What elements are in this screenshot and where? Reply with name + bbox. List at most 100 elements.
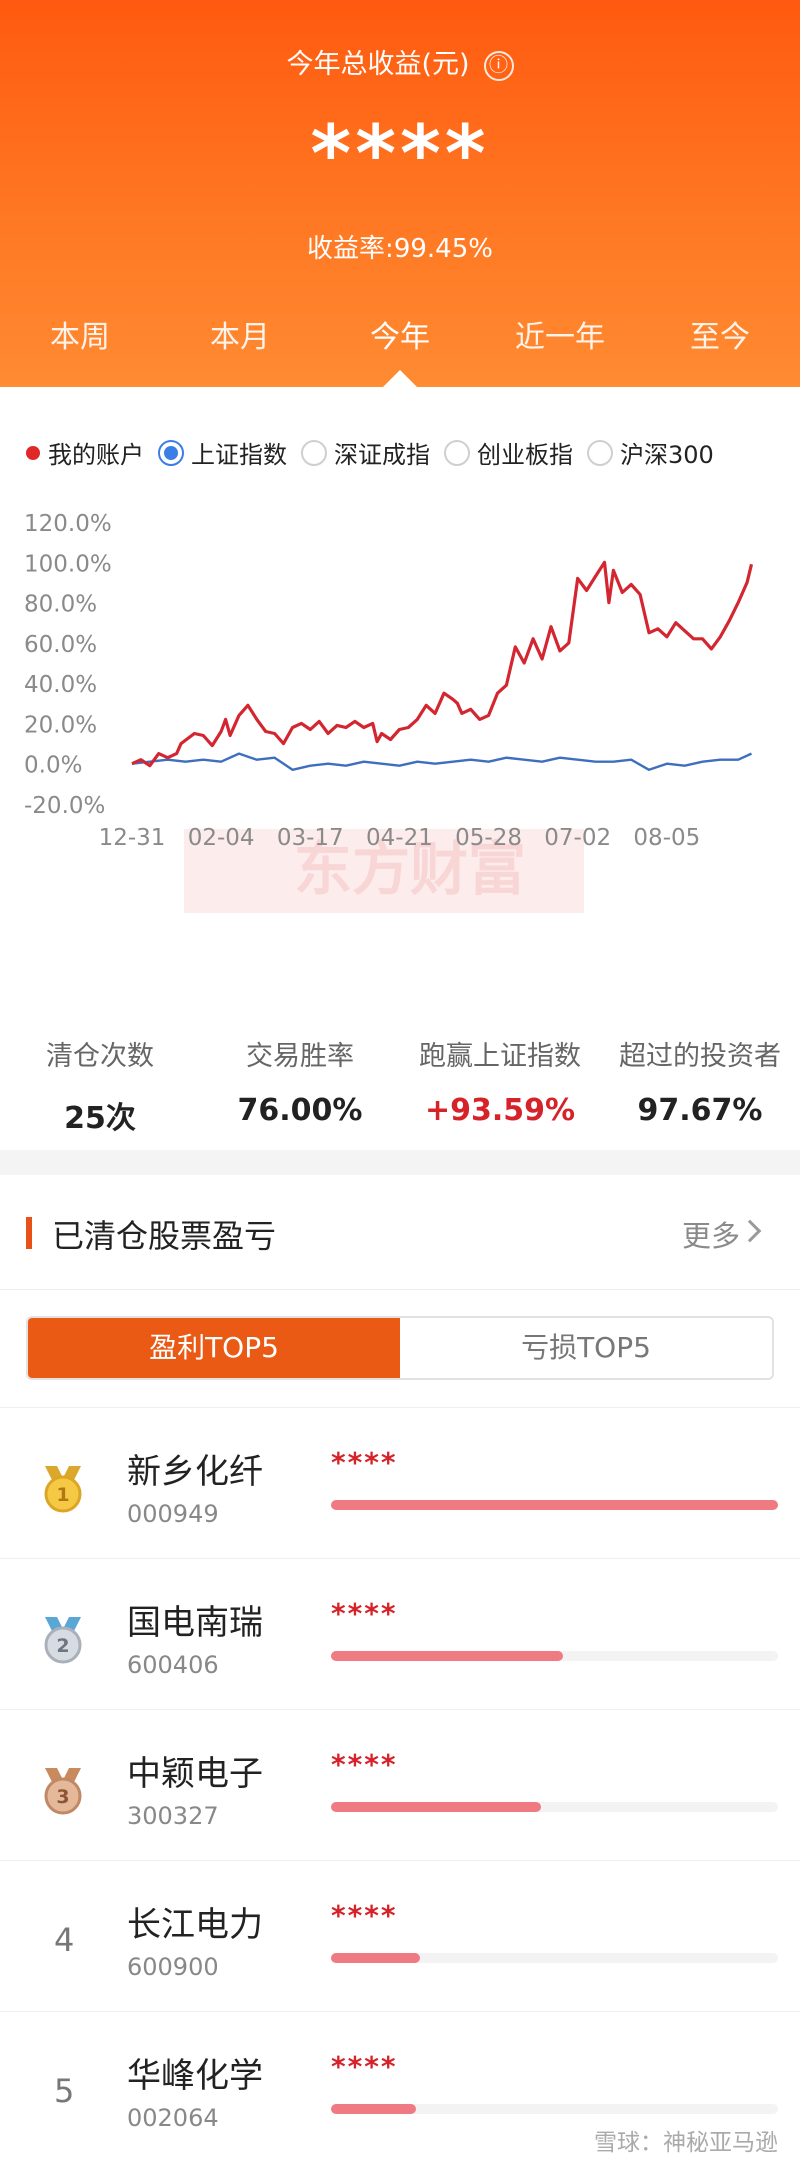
radio-icon[interactable] [587,439,613,466]
legend-label: 沪深300 [620,441,714,469]
stat-clear-count: 清仓次数 25次 [0,1034,200,1137]
info-icon[interactable]: ⓘ [483,51,514,81]
profit-bar-fill [331,1953,421,1963]
profit-bar-fill [331,1500,778,1510]
period-tabs: 本周 本月 今年 近一年 至今 [0,312,800,358]
tab-month[interactable]: 本月 [160,312,320,358]
footer-watermark: 雪球：神秘亚马逊 [594,2130,778,2156]
medal-rank: 2 [56,1635,69,1657]
silver-medal-icon: 2 [44,1617,82,1664]
chevron-right-icon[interactable] [738,1219,762,1243]
x-tick-label: 03-17 [277,825,344,851]
stat-value: 76.00% [237,1093,363,1128]
return-line-chart: 东方财富 120.0%100.0%80.0%60.0%40.0%20.0%0.0… [24,511,754,913]
total-profit-title-text: 今年总收益(元) [286,49,470,80]
trade-stats: 清仓次数 25次 交易胜率 76.00% 跑赢上证指数 +93.59% 超过的投… [0,1034,800,1137]
tab-last-year[interactable]: 近一年 [480,312,640,358]
list-item[interactable]: 2 国电南瑞 600406 **** [0,1558,800,1709]
my-account-line [131,560,754,768]
rank-number: 4 [54,1921,75,1959]
stock-profit: **** [331,1446,398,1479]
legend-label: 上证指数 [191,441,287,469]
x-tick-label: 05-28 [455,825,522,851]
y-tick-label: 60.0% [24,632,97,658]
profit-bar-track [331,1802,778,1812]
stock-profit: **** [331,2050,398,2083]
stock-code: 600900 [127,1953,219,1981]
series-lines [131,560,754,771]
stock-profit: **** [331,1597,398,1630]
active-tab-indicator [383,370,417,387]
list-item[interactable]: 4 长江电力 600900 **** [0,1860,800,2011]
more-link[interactable]: 更多 [682,1213,740,1255]
y-tick-label: 20.0% [24,712,97,738]
summary-header: 今年总收益(元) ⓘ **** 收益率:99.45% 本周 本月 今年 近一年 至… [0,0,800,387]
chart-legend: 我的账户 上证指数 深证成指 创业板指 沪深300 [26,435,728,470]
return-rate-label: 收益率: [307,234,394,264]
tab-profit-top5[interactable]: 盈利TOP5 [28,1318,400,1378]
return-rate-value: 99.45% [393,234,493,264]
stock-code: 300327 [127,1802,219,1830]
x-tick-label: 12-31 [99,825,166,851]
list-item[interactable]: 1 新乡化纤 000949 **** [0,1407,800,1558]
x-axis: 12-31 02-04 03-17 04-21 05-28 07-02 08-05 [99,825,701,851]
bronze-medal-icon: 3 [44,1768,82,1815]
medal-rank: 3 [56,1786,69,1808]
red-dot-icon [26,445,40,460]
stat-beat-investors: 超过的投资者 97.67% [600,1034,800,1137]
ranking-list: 1 新乡化纤 000949 **** 2 国电南瑞 600406 **** 3 [0,1407,800,2162]
x-tick-label: 08-05 [633,825,700,851]
stock-code: 002064 [127,2104,219,2132]
legend-label: 深证成指 [334,441,430,469]
stat-label: 交易胜率 [246,1041,354,1072]
profit-bar-fill [331,1651,564,1661]
profit-bar-fill [331,2104,416,2114]
gold-medal-icon: 1 [44,1466,82,1513]
legend-csi300[interactable]: 沪深300 [587,435,714,470]
legend-my-account: 我的账户 [26,435,144,470]
radio-selected-icon[interactable] [158,439,184,466]
y-tick-label: 80.0% [24,592,97,618]
stock-name: 华峰化学 [127,2056,263,2096]
legend-chinext-index[interactable]: 创业板指 [444,435,573,470]
tab-year[interactable]: 今年 [320,312,480,358]
tab-week[interactable]: 本周 [0,312,160,358]
stock-name: 新乡化纤 [127,1452,263,1492]
legend-szse-index[interactable]: 深证成指 [301,435,430,470]
stock-profit: **** [331,1899,398,1932]
x-tick-label: 07-02 [544,825,611,851]
return-rate: 收益率:99.45% [0,228,800,265]
rank-number: 5 [54,2072,75,2110]
radio-icon[interactable] [301,439,327,466]
medal-rank: 1 [56,1484,69,1506]
stat-label: 跑赢上证指数 [419,1041,581,1072]
total-profit-amount: **** [310,110,490,200]
section-accent-bar [26,1217,32,1249]
profit-bar-fill [331,1802,542,1812]
tab-loss-top5[interactable]: 亏损TOP5 [400,1318,772,1378]
stock-name: 国电南瑞 [127,1603,263,1643]
y-tick-label: 0.0% [24,753,82,779]
x-tick-label: 02-04 [188,825,255,851]
sse-index-line [131,752,753,771]
profit-bar-track [331,1500,778,1510]
stat-value: 25次 [64,1101,136,1136]
tab-to-date[interactable]: 至今 [640,312,800,358]
total-profit-title: 今年总收益(元) ⓘ [0,42,800,81]
profit-bar-track [331,1651,778,1661]
stock-name: 长江电力 [127,1905,263,1945]
stock-profit: **** [331,1748,398,1781]
radio-icon[interactable] [444,439,470,466]
section-header: 已清仓股票盈亏 更多 [0,1175,800,1290]
chart-card: 我的账户 上证指数 深证成指 创业板指 沪深300 东方财富 120.0% 100… [0,387,800,1150]
y-tick-label: -20.0% [24,793,105,819]
stock-code: 000949 [127,1500,219,1528]
section-title: 已清仓股票盈亏 [52,1217,277,1255]
y-tick-label: 120.0% [24,511,112,537]
legend-sse-index[interactable]: 上证指数 [158,435,287,470]
x-tick-label: 04-21 [366,825,433,851]
y-tick-label: 40.0% [24,672,97,698]
stock-name: 中颖电子 [127,1754,263,1794]
list-item[interactable]: 3 中颖电子 300327 **** [0,1709,800,1860]
profit-bar-track [331,1953,778,1963]
